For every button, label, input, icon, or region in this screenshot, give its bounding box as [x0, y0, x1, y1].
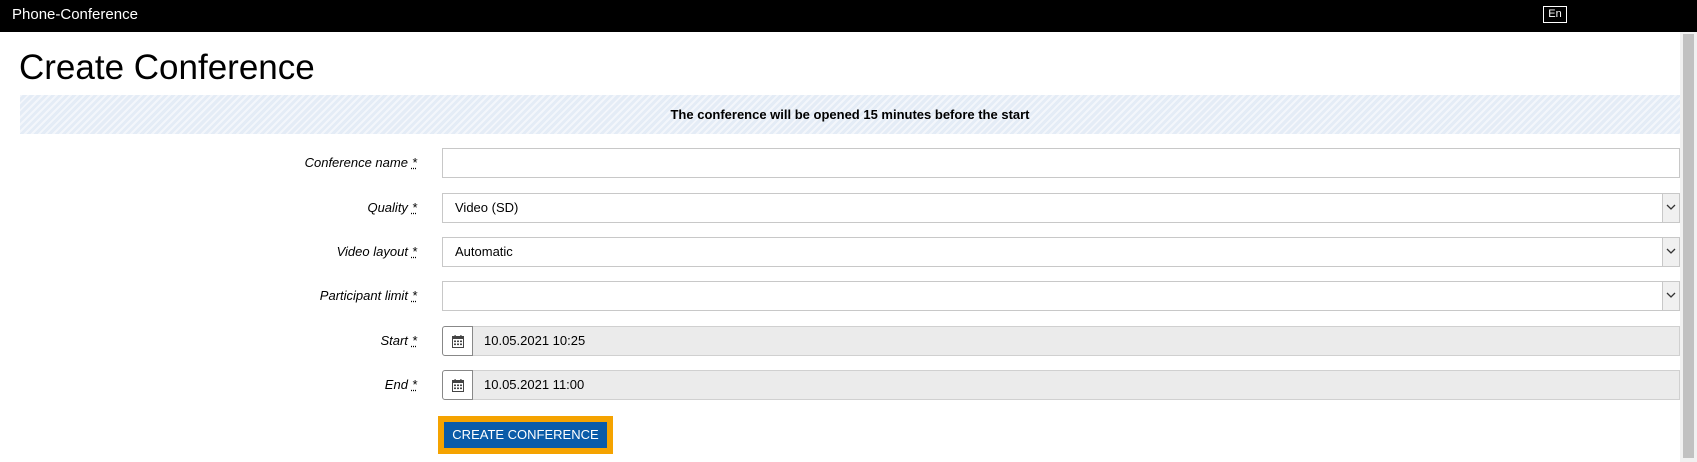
required-marker: *	[411, 155, 417, 170]
video-layout-row: Video layout * Automatic	[0, 237, 1697, 267]
create-conference-focus-ring: CREATE CONFERENCE	[438, 416, 613, 454]
participant-limit-select[interactable]	[442, 281, 1680, 311]
language-button[interactable]: En	[1543, 6, 1567, 23]
chevron-down-icon[interactable]	[1662, 282, 1679, 310]
end-calendar-button[interactable]	[442, 370, 473, 400]
required-marker: *	[411, 377, 417, 392]
conference-name-input[interactable]	[442, 148, 1680, 178]
start-datetime-field[interactable]: 10.05.2021 10:25	[473, 326, 1680, 356]
quality-row: Quality * Video (SD)	[0, 193, 1697, 223]
end-label: End *	[384, 377, 417, 392]
create-conference-button[interactable]: CREATE CONFERENCE	[444, 422, 607, 448]
video-layout-selected-value: Automatic	[455, 244, 513, 259]
top-bar: Phone-Conference En	[0, 0, 1697, 32]
video-layout-label: Video layout *	[336, 244, 417, 259]
conference-name-row: Conference name *	[0, 148, 1697, 178]
participant-limit-label: Participant limit *	[319, 288, 417, 303]
conference-name-label: Conference name *	[304, 155, 417, 170]
info-banner: The conference will be opened 15 minutes…	[20, 95, 1680, 134]
app-title[interactable]: Phone-Conference	[12, 6, 138, 24]
required-marker: *	[411, 288, 417, 303]
quality-selected-value: Video (SD)	[455, 200, 519, 215]
required-marker: *	[411, 333, 417, 348]
end-row: End * 10.05.2021 11:00	[0, 370, 1697, 400]
participant-limit-row: Participant limit *	[0, 281, 1697, 311]
end-datetime-field[interactable]: 10.05.2021 11:00	[473, 370, 1680, 400]
chevron-down-icon[interactable]	[1662, 238, 1679, 266]
start-row: Start * 10.05.2021 10:25	[0, 326, 1697, 356]
start-calendar-button[interactable]	[442, 326, 473, 356]
calendar-icon	[452, 335, 464, 348]
chevron-down-icon[interactable]	[1662, 194, 1679, 222]
end-datetime-group: 10.05.2021 11:00	[442, 370, 1680, 400]
calendar-icon	[452, 379, 464, 392]
quality-select[interactable]: Video (SD)	[442, 193, 1680, 223]
quality-label: Quality *	[367, 200, 417, 215]
required-marker: *	[411, 200, 417, 215]
video-layout-select[interactable]: Automatic	[442, 237, 1680, 267]
page-title: Create Conference	[19, 48, 315, 87]
start-datetime-group: 10.05.2021 10:25	[442, 326, 1680, 356]
start-label: Start *	[380, 333, 417, 348]
required-marker: *	[411, 244, 417, 259]
